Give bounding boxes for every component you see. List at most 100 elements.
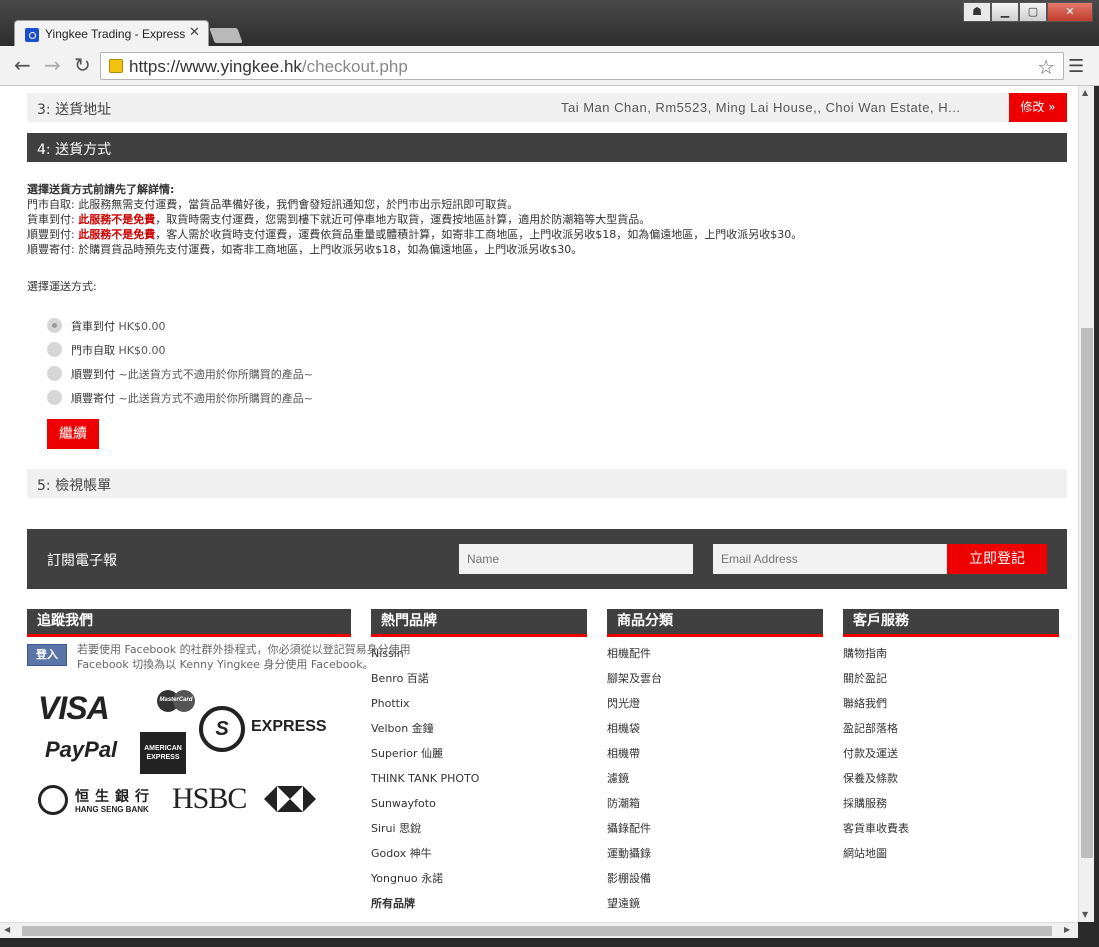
hsbc-logo: HSBC [172,782,247,815]
scroll-left-icon[interactable]: ◀ [4,925,10,934]
facebook-login-button[interactable]: 登入 [27,644,67,666]
option-name: 門市自取 [71,344,115,357]
option-label: 順豐寄付 ~此送貨方式不適用於你所購買的產品~ [71,390,313,406]
newsletter-title: 訂閱電子報 [47,553,117,569]
list-item[interactable]: 相機袋 [607,721,662,746]
maximize-icon[interactable]: ▢ [1019,2,1047,22]
list-item[interactable]: 閃光燈 [607,696,662,721]
minimize-icon[interactable]: ▁ [991,2,1019,22]
hang-seng-bank-logo: 恒生銀行 HANG SENG BANK [38,785,168,819]
list-item[interactable]: 運動攝錄 [607,846,662,871]
user-profile-icon[interactable]: ☗ [963,2,991,22]
list-item[interactable]: 購物指南 [843,646,909,671]
list-item[interactable]: 影棚設備 [607,871,662,896]
option-name: 順豐到付 [71,368,115,381]
list-item[interactable]: 網站地圖 [843,846,909,871]
shipping-info-heading: 選擇送貨方式前請先了解詳情: [27,183,175,196]
list-item[interactable]: 濾鏡 [607,771,662,796]
info-text: ，取貨時需支付運費，您需到樓下就近可停車地方取貨，運費按地區計算，適用於防潮箱等… [155,213,651,226]
list-item[interactable]: 保養及條款 [843,771,909,796]
forward-arrow-icon[interactable]: → [44,54,61,76]
url-text: https://www.yingkee.hk/checkout.php [129,57,408,77]
radio-button[interactable] [47,366,62,381]
shipping-info-line: 貨車到付: 此服務不是免費，取貨時需支付運費，您需到樓下就近可停車地方取貨，運費… [27,212,1067,227]
facebook-plugin-notice: 若要使用 Facebook 的社群外掛程式，你必須從以登記賀易身分使用 Face… [77,643,411,671]
shipping-info-line: 順豐到付: 此服務不是免費，客人需於收貨時支付運費，運費依貨品重量或體積計算，如… [27,227,1067,242]
option-price: HK$0.00 [115,320,166,333]
list-item[interactable]: 客貨車收費表 [843,821,909,846]
hang-seng-en: HANG SENG BANK [75,805,149,814]
newsletter-email-input[interactable] [713,544,947,574]
window-close-icon[interactable]: ✕ [1047,2,1093,22]
hang-seng-mark-icon [38,785,68,815]
list-item[interactable]: Benro 百諾 [371,671,479,696]
list-item[interactable]: 相機配件 [607,646,662,671]
list-item[interactable]: 採購服務 [843,796,909,821]
reload-icon[interactable]: ↻ [74,54,91,76]
browser-tab[interactable]: Yingkee Trading - Express Checkout ✕ [14,20,209,47]
newsletter-name-input[interactable] [459,544,693,574]
scroll-down-icon[interactable]: ▼ [1082,910,1088,919]
mastercard-logo: MasterCard [157,690,195,712]
list-item[interactable]: 關於盈記 [843,671,909,696]
list-item[interactable]: Phottix [371,696,479,721]
list-item[interactable]: 防潮箱 [607,796,662,821]
option-price: HK$0.00 [115,344,166,357]
scroll-up-icon[interactable]: ▲ [1082,88,1088,97]
radio-button[interactable] [47,342,62,357]
step-review-order[interactable]: 5: 檢視帳單 [27,469,1067,498]
footer-brands-heading: 熱門品牌 [371,609,587,637]
paypal-logo: PayPal [45,737,118,762]
categories-list: 相機配件 腳架及雲台 閃光燈 相機袋 相機帶 濾鏡 防潮箱 攝錄配件 運動攝錄 … [607,646,662,921]
list-item[interactable]: Superior 仙麗 [371,746,479,771]
sf-express-logo: S EXPRESS [199,706,327,752]
continue-button[interactable]: 繼續 [47,419,99,449]
list-item[interactable]: 聯絡我們 [843,696,909,721]
list-item[interactable]: 盈記部落格 [843,721,909,746]
step-shipping-method: 4: 送貨方式 [27,133,1067,162]
radio-button[interactable] [47,318,62,333]
list-item[interactable]: 攝錄配件 [607,821,662,846]
not-free-warning: 此服務不是免費 [78,228,156,241]
footer-follow-heading: 追蹤我們 [27,609,351,637]
step5-title: 5: 檢視帳單 [37,478,112,494]
list-item[interactable]: Velbon 金鐘 [371,721,479,746]
footer-categories-heading: 商品分類 [607,609,823,637]
list-item[interactable]: Yongnuo 永諾 [371,871,479,896]
list-item[interactable]: 腳架及雲台 [607,671,662,696]
tab-title: Yingkee Trading - Express Checkout [45,27,185,41]
step-shipping-address: 3: 送貨地址 Tai Man Chan, Rm5523, Ming Lai H… [27,93,1067,122]
radio-button[interactable] [47,390,62,405]
site-warning-icon[interactable] [109,59,123,73]
all-brands-link[interactable]: 所有品牌 [371,896,479,921]
edit-address-button[interactable]: 修改 » [1009,93,1067,122]
vertical-scrollbar[interactable]: ▲ ▼ [1078,86,1094,922]
list-item[interactable]: Sunwayfoto [371,796,479,821]
list-item[interactable]: Godox 神牛 [371,846,479,871]
step3-title: 3: 送貨地址 [37,102,112,118]
list-item[interactable]: 付款及運送 [843,746,909,771]
payment-logos: VISA MasterCard S EXPRESS PayPal AMERICAN… [27,682,327,822]
new-tab-button[interactable] [209,28,243,43]
sf-mark: S [199,706,245,752]
option-price: ~此送貨方式不適用於你所購買的產品~ [115,368,313,381]
vertical-scroll-thumb[interactable] [1081,328,1093,858]
list-item[interactable]: 望遠鏡 [607,896,662,921]
scroll-right-icon[interactable]: ▶ [1064,925,1070,934]
browser-menu-icon[interactable]: ☰ [1068,56,1084,77]
window-bottom-border [0,938,1099,947]
list-item[interactable]: THINK TANK PHOTO [371,771,479,796]
list-item[interactable]: 相機帶 [607,746,662,771]
window-titlebar: Yingkee Trading - Express Checkout ✕ ☗ ▁… [0,0,1099,47]
newsletter-submit-button[interactable]: 立即登記 [947,544,1047,574]
horizontal-scroll-thumb[interactable] [22,926,1052,936]
step4-title: 4: 送貨方式 [37,142,112,158]
horizontal-scrollbar[interactable]: ◀ ▶ [0,922,1078,938]
url-path: /checkout.php [301,57,408,76]
bookmark-star-icon[interactable]: ☆ [1037,55,1055,79]
option-label: 順豐到付 ~此送貨方式不適用於你所購買的產品~ [71,366,313,382]
tab-close-icon[interactable]: ✕ [189,25,200,40]
address-bar[interactable]: https://www.yingkee.hk/checkout.php ☆ [100,52,1064,80]
list-item[interactable]: Sirui 思銳 [371,821,479,846]
back-arrow-icon[interactable]: ← [14,54,31,76]
